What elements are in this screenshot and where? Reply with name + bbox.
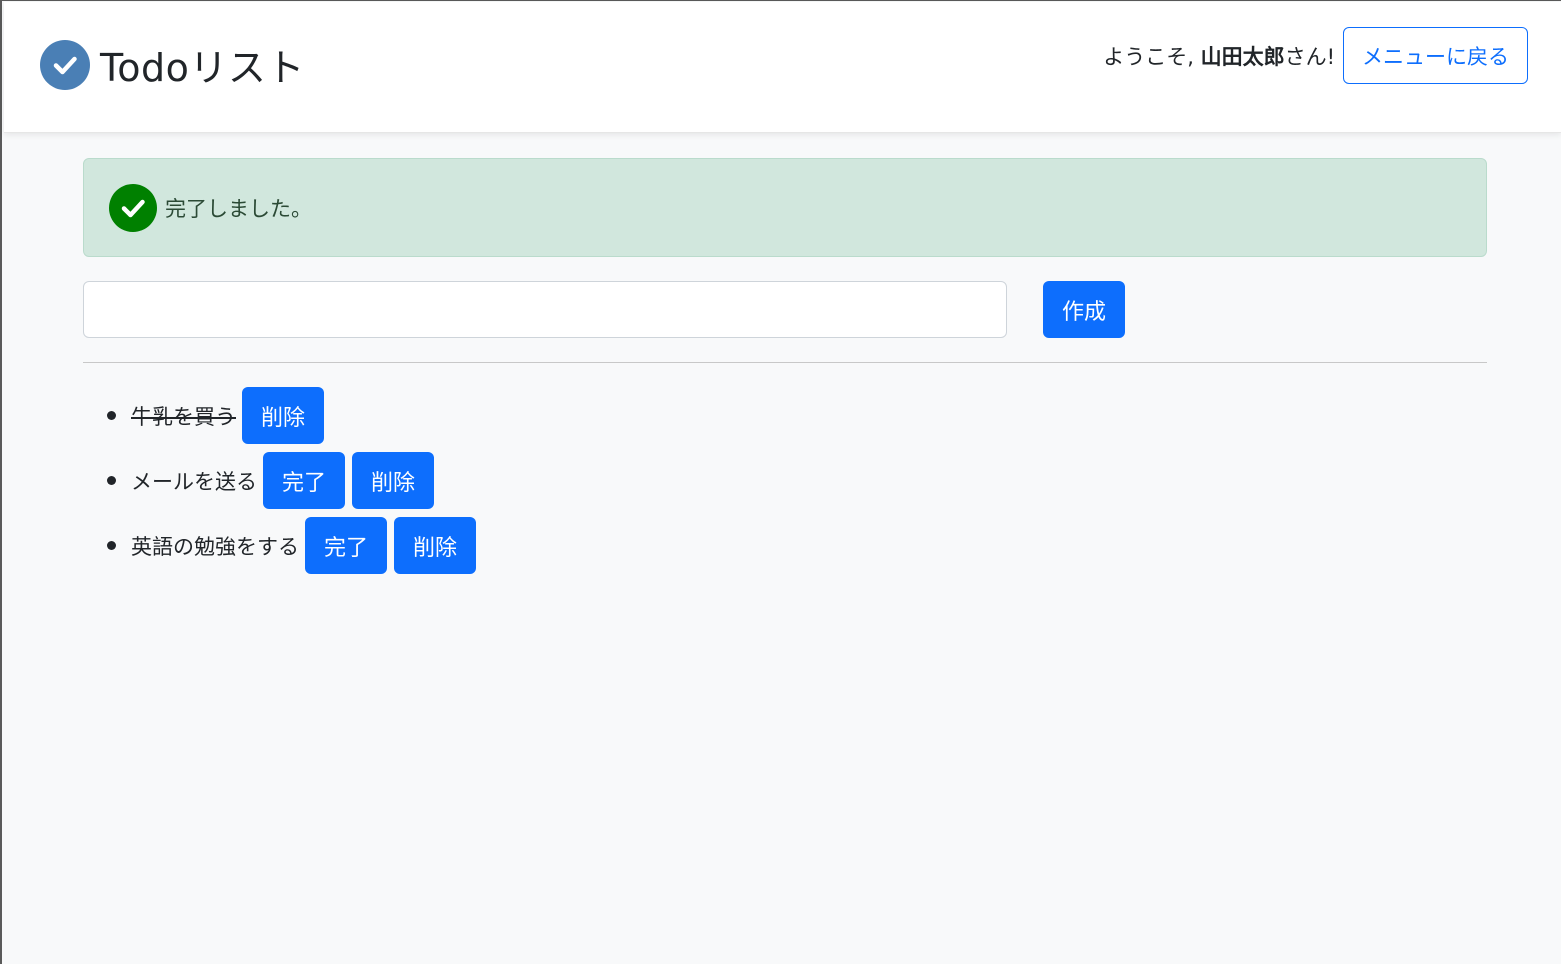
todo-text: メールを送る <box>131 469 257 494</box>
create-button[interactable]: 作成 <box>1043 281 1126 338</box>
todo-item: メールを送る 完了 削除 <box>107 452 476 509</box>
delete-button[interactable]: 削除 <box>242 387 325 444</box>
user-name: 山田太郎 <box>1200 44 1285 69</box>
check-circle-icon <box>109 183 157 232</box>
complete-button[interactable]: 完了 <box>263 452 346 509</box>
todo-item: 牛乳を買う 削除 <box>107 387 476 444</box>
app-window: Todoリスト ようこそ, 山田太郎さん! メニューに戻る 完了しました。 作成… <box>0 0 1561 964</box>
bullet-icon <box>107 541 116 550</box>
navbar: Todoリスト ようこそ, 山田太郎さん! メニューに戻る <box>4 2 1561 133</box>
welcome-message: ようこそ, 山田太郎さん! <box>1103 41 1335 71</box>
todo-text: 英語の勉強をする <box>131 534 299 559</box>
brand[interactable]: Todoリスト <box>40 37 305 92</box>
brand-title: Todoリスト <box>100 46 305 90</box>
todo-list: 牛乳を買う 削除 メールを送る 完了 削除 英語の勉強をする 完了 削除 <box>107 387 477 582</box>
welcome-suffix: さん! <box>1284 44 1335 69</box>
divider <box>83 362 1487 363</box>
todo-form: 作成 <box>83 281 1126 338</box>
bullet-icon <box>107 411 116 420</box>
bullet-icon <box>107 476 116 485</box>
navbar-right: ようこそ, 山田太郎さん! メニューに戻る <box>1103 27 1528 84</box>
todo-item: 英語の勉強をする 完了 削除 <box>107 517 477 574</box>
success-alert: 完了しました。 <box>83 158 1487 257</box>
welcome-prefix: ようこそ, <box>1103 44 1201 69</box>
delete-button[interactable]: 削除 <box>352 452 435 509</box>
delete-button[interactable]: 削除 <box>394 517 477 574</box>
back-to-menu-button[interactable]: メニューに戻る <box>1343 27 1528 84</box>
todo-input[interactable] <box>83 281 1007 338</box>
complete-button[interactable]: 完了 <box>305 517 388 574</box>
todo-text: 牛乳を買う <box>131 404 236 429</box>
alert-message: 完了しました。 <box>165 196 312 221</box>
check-circle-icon <box>40 39 90 90</box>
